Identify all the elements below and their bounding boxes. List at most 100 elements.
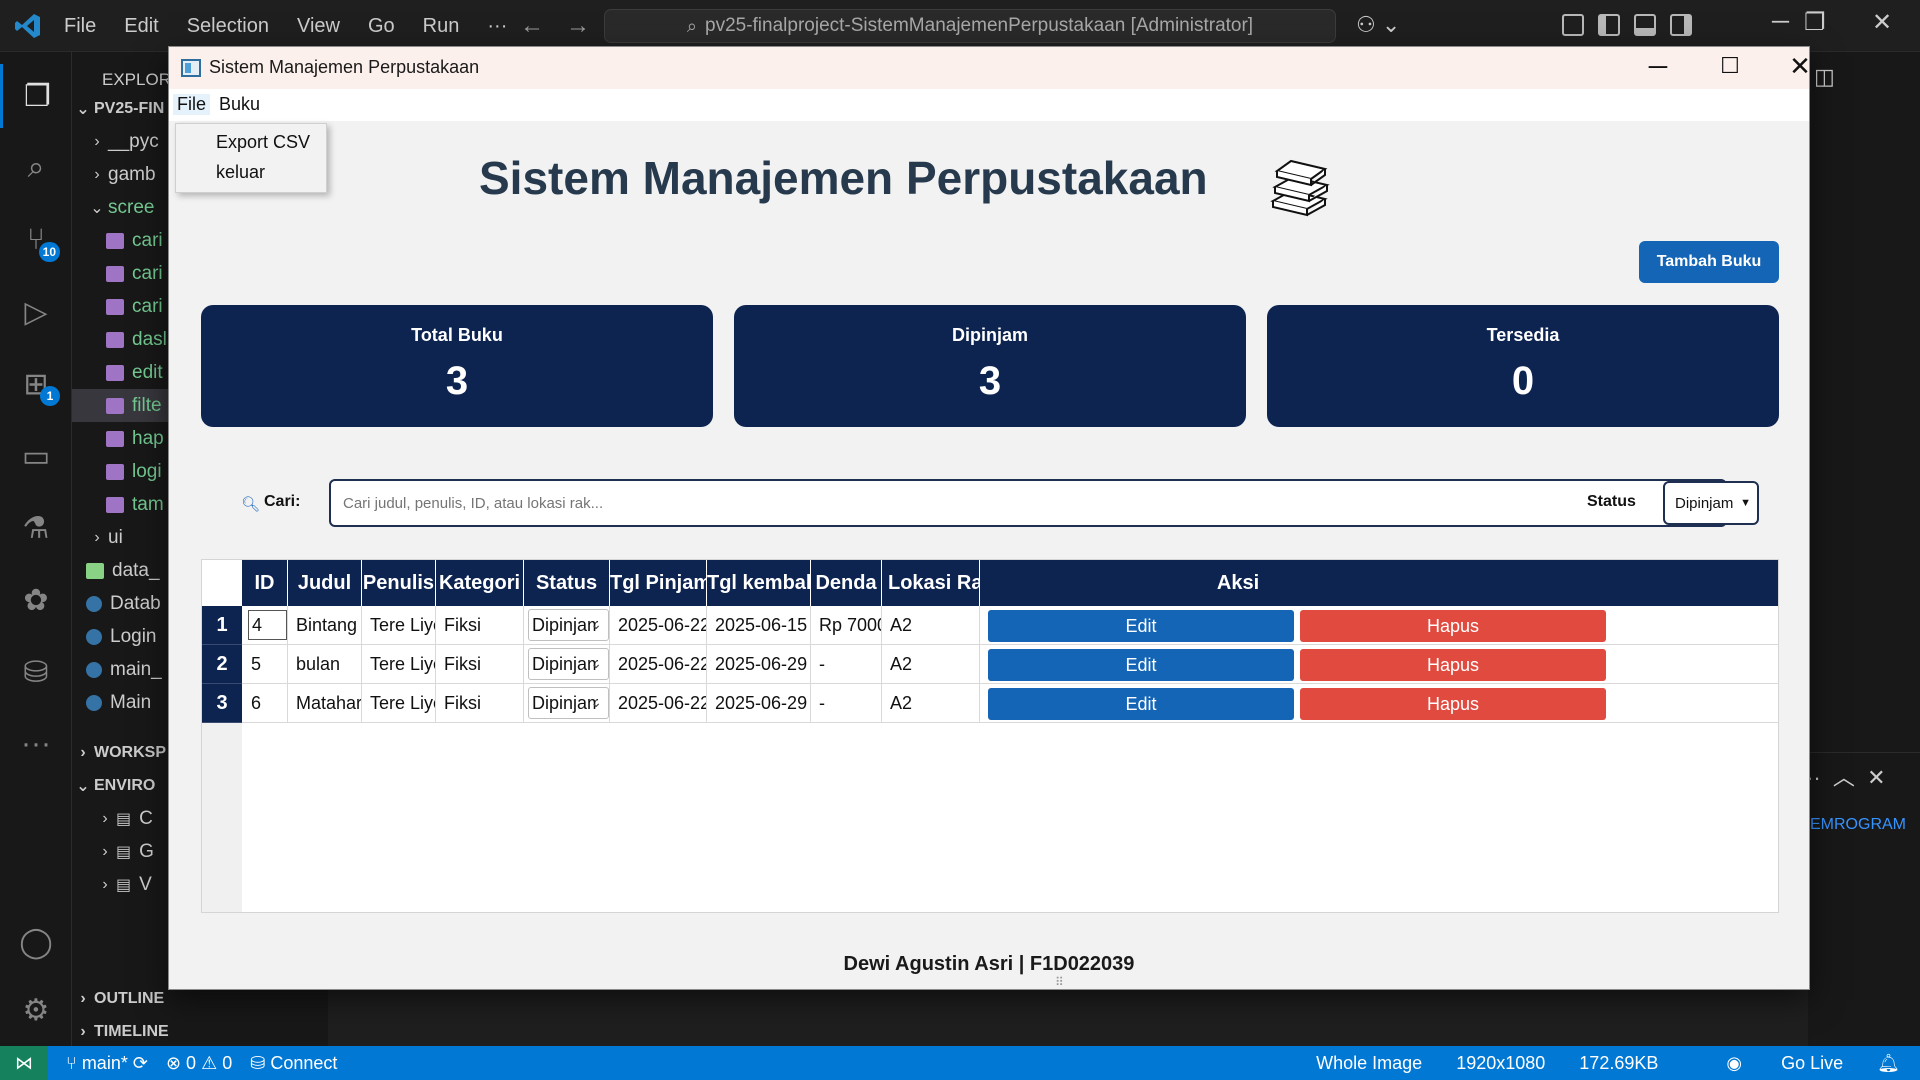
cell-tgl-pinjam[interactable]: 2025-06-22	[610, 684, 707, 723]
testing-icon[interactable]: ⚗	[0, 496, 72, 560]
customize-layout-icon[interactable]	[1562, 14, 1584, 36]
cell-id[interactable]: 5	[242, 645, 288, 684]
add-book-button[interactable]: Tambah Buku	[1639, 241, 1779, 283]
app-minimize-icon[interactable]: ─	[1633, 51, 1683, 82]
cell-judul[interactable]: bulan	[288, 645, 362, 684]
status-select[interactable]: Dipinjam ⌄	[528, 648, 609, 680]
table-corner[interactable]	[202, 560, 242, 606]
cell-status[interactable]: Dipinjam ⌄	[524, 684, 610, 723]
forward-arrow-icon[interactable]: →	[566, 12, 590, 39]
cell-status[interactable]: Dipinjam ⌄	[524, 606, 610, 645]
menu-run[interactable]: Run	[423, 15, 460, 38]
menu-item-keluar[interactable]: keluar	[216, 162, 265, 183]
run-debug-icon[interactable]: ▷	[0, 280, 72, 344]
column-header-judul[interactable]: Judul	[288, 560, 362, 606]
column-header-aksi[interactable]: Aksi	[980, 560, 1496, 606]
menu-more[interactable]: ···	[487, 15, 507, 38]
notifications-icon[interactable]: 🔔︎	[1877, 1053, 1900, 1074]
cell-kategori[interactable]: Fiksi	[436, 606, 524, 645]
more-views-icon[interactable]: ···	[0, 712, 72, 776]
branch-status[interactable]: ⑂ main* ⟳	[66, 1053, 148, 1074]
edit-button[interactable]: Edit	[988, 649, 1294, 681]
app-maximize-icon[interactable]: ☐	[1705, 53, 1755, 79]
copilot-icon[interactable]: ⚇ ⌄	[1356, 12, 1400, 38]
column-header-status[interactable]: Status	[524, 560, 610, 606]
cell-kategori[interactable]: Fiksi	[436, 645, 524, 684]
cell-id[interactable]: 4	[242, 606, 288, 645]
minimize-icon[interactable]: ─	[1772, 8, 1789, 36]
cell-tgl-kembali[interactable]: 2025-06-29	[707, 684, 811, 723]
resize-grip-icon[interactable]: ⠿	[1055, 975, 1064, 989]
row-number[interactable]: 2	[202, 645, 242, 684]
toggle-secondary-sidebar-icon[interactable]	[1670, 14, 1692, 36]
go-live-button[interactable]: ◉ Go Live	[1692, 1053, 1843, 1074]
cell-penulis[interactable]: Tere Liye	[362, 684, 436, 723]
toggle-panel-icon[interactable]	[1634, 14, 1656, 36]
command-center-search[interactable]: ⌕ pv25-finalproject-SistemManajemenPerpu…	[604, 9, 1336, 43]
restore-icon[interactable]: ❐	[1804, 8, 1826, 37]
menu-item-export-csv[interactable]: Export CSV	[216, 132, 310, 153]
cell-lokasi[interactable]: A2	[882, 645, 980, 684]
column-header-lokasi-rak[interactable]: Lokasi Rak	[882, 560, 980, 606]
delete-button[interactable]: Hapus	[1300, 610, 1606, 642]
connect-status[interactable]: ⛁ Connect	[250, 1053, 337, 1074]
explorer-icon[interactable]: ❐	[0, 64, 72, 128]
column-header-penulis[interactable]: Penulis	[362, 560, 436, 606]
delete-button[interactable]: Hapus	[1300, 688, 1606, 720]
column-header-denda[interactable]: Denda	[811, 560, 882, 606]
cell-tgl-pinjam[interactable]: 2025-06-22	[610, 645, 707, 684]
image-mode-status[interactable]: Whole Image	[1316, 1053, 1422, 1074]
column-header-id[interactable]: ID	[242, 560, 288, 606]
menu-selection[interactable]: Selection	[187, 15, 269, 38]
timeline-section[interactable]: › TIMELINE	[72, 1015, 328, 1048]
close-panel-icon[interactable]: ✕	[1867, 765, 1885, 790]
cell-judul[interactable]: Matahari	[288, 684, 362, 723]
settings-gear-icon[interactable]: ⚙	[0, 978, 72, 1042]
column-header-kategori[interactable]: Kategori	[436, 560, 524, 606]
menu-view[interactable]: View	[297, 15, 340, 38]
cell-denda[interactable]: -	[811, 645, 882, 684]
menu-go[interactable]: Go	[368, 15, 395, 38]
remote-icon[interactable]: ⋈	[0, 1046, 48, 1080]
cell-judul[interactable]: Bintang	[288, 606, 362, 645]
cell-denda[interactable]: Rp 7000	[811, 606, 882, 645]
cell-tgl-kembali[interactable]: 2025-06-15	[707, 606, 811, 645]
edit-button[interactable]: Edit	[988, 610, 1294, 642]
status-select[interactable]: Dipinjam ⌄	[528, 687, 609, 719]
source-control-icon[interactable]: ⑂ 10	[0, 208, 72, 272]
cell-lokasi[interactable]: A2	[882, 606, 980, 645]
status-select[interactable]: Dipinjam ⌄	[528, 609, 609, 641]
close-icon[interactable]: ✕	[1872, 8, 1892, 37]
chatgpt-icon[interactable]: ✿	[0, 568, 72, 632]
account-icon[interactable]: ◯	[0, 910, 72, 974]
toggle-sidebar-icon[interactable]	[1598, 14, 1620, 36]
status-filter-select[interactable]: Dipinjam ▼	[1663, 481, 1759, 525]
extensions-icon[interactable]: ⊞ 1	[0, 352, 72, 416]
row-number[interactable]: 3	[202, 684, 242, 723]
cell-lokasi[interactable]: A2	[882, 684, 980, 723]
search-icon[interactable]: ⌕	[0, 136, 72, 200]
search-input[interactable]	[329, 479, 1727, 527]
app-close-icon[interactable]: ✕	[1775, 51, 1825, 82]
cell-status[interactable]: Dipinjam ⌄	[524, 645, 610, 684]
cell-tgl-kembali[interactable]: 2025-06-29	[707, 645, 811, 684]
menu-file[interactable]: File	[64, 15, 96, 38]
app-menu-buku[interactable]: Buku	[219, 94, 260, 115]
column-header-tgl-pinjam[interactable]: Tgl Pinjam	[610, 560, 707, 606]
row-number[interactable]: 1	[202, 606, 242, 645]
problems-status[interactable]: ⊗ 0 ⚠ 0	[166, 1053, 232, 1074]
menu-edit[interactable]: Edit	[124, 15, 158, 38]
cell-id[interactable]: 6	[242, 684, 288, 723]
delete-button[interactable]: Hapus	[1300, 649, 1606, 681]
database-icon[interactable]: ⛁	[0, 640, 72, 704]
remote-explorer-icon[interactable]: ▭	[0, 424, 72, 488]
cell-tgl-pinjam[interactable]: 2025-06-22	[610, 606, 707, 645]
cell-denda[interactable]: -	[811, 684, 882, 723]
back-arrow-icon[interactable]: ←	[520, 12, 544, 39]
maximize-panel-icon[interactable]: ︿	[1833, 765, 1855, 790]
app-menu-file[interactable]: File	[173, 94, 211, 115]
cell-kategori[interactable]: Fiksi	[436, 684, 524, 723]
edit-button[interactable]: Edit	[988, 688, 1294, 720]
column-header-tgl-kembali[interactable]: Tgl kembali	[707, 560, 811, 606]
cell-penulis[interactable]: Tere Liye	[362, 645, 436, 684]
